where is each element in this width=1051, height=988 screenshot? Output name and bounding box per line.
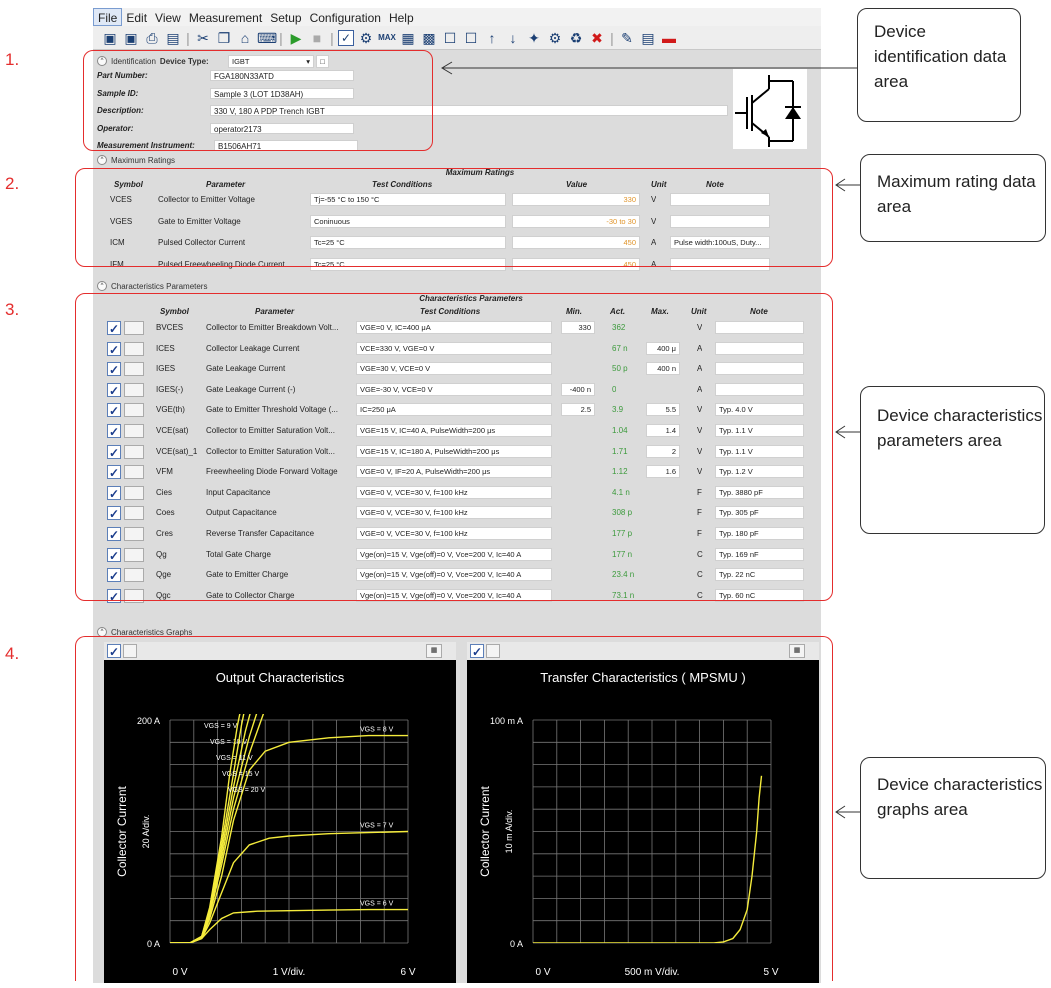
callout-arrows [441,61,860,819]
